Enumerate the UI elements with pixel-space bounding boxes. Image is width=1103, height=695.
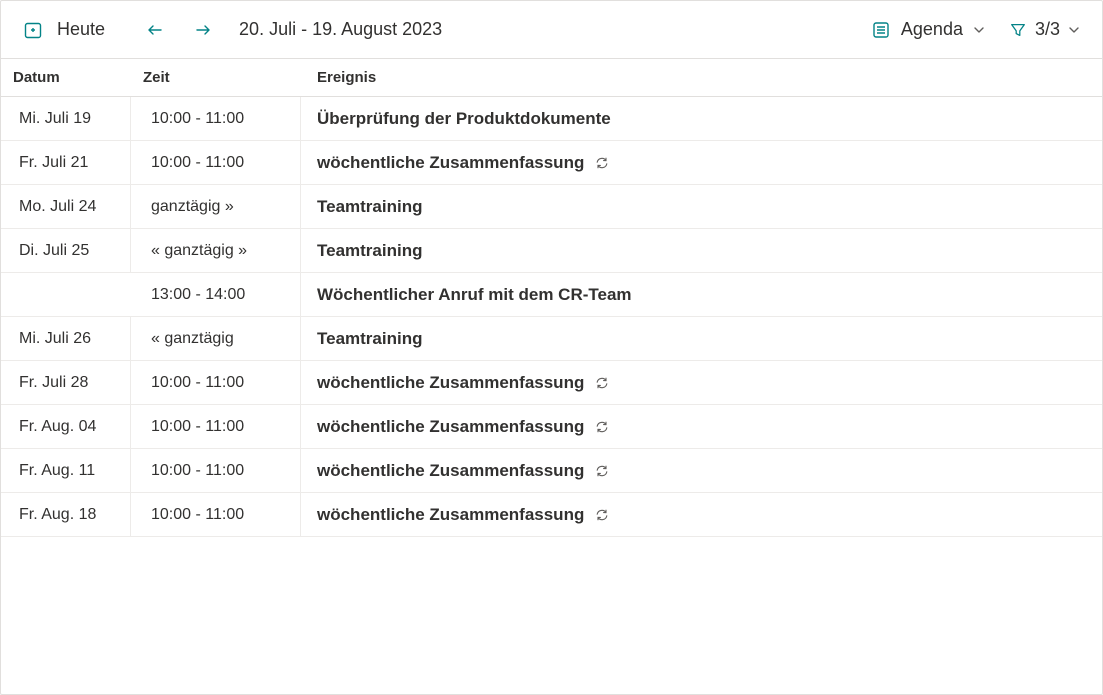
events-list: Mi. Juli 1910:00 - 11:00Überprüfung der … bbox=[1, 97, 1102, 694]
event-date bbox=[1, 273, 131, 316]
column-header-time: Zeit bbox=[131, 59, 301, 96]
column-header-event: Ereignis bbox=[301, 59, 1102, 96]
view-label: Agenda bbox=[901, 19, 963, 40]
event-title-cell: Überprüfung der Produktdokumente bbox=[301, 99, 1102, 139]
event-title: Überprüfung der Produktdokumente bbox=[317, 109, 611, 129]
event-time: 13:00 - 14:00 bbox=[131, 273, 301, 316]
event-date: Fr. Aug. 18 bbox=[1, 493, 131, 536]
agenda-icon bbox=[871, 20, 891, 40]
event-time: 10:00 - 11:00 bbox=[131, 405, 301, 448]
event-date: Fr. Juli 28 bbox=[1, 361, 131, 404]
event-row[interactable]: Fr. Juli 2810:00 - 11:00 wöchentliche Zus… bbox=[1, 361, 1102, 405]
event-title: wöchentliche Zusammenfassung bbox=[317, 153, 584, 173]
event-time: 10:00 - 11:00 bbox=[131, 449, 301, 492]
event-title: wöchentliche Zusammenfassung bbox=[317, 461, 584, 481]
column-header-date: Datum bbox=[1, 59, 131, 96]
event-row[interactable]: Mi. Juli 1910:00 - 11:00 Überprüfung der … bbox=[1, 97, 1102, 141]
column-headers: Datum Zeit Ereignis bbox=[1, 59, 1102, 97]
next-button[interactable] bbox=[187, 14, 219, 46]
date-range-label: 20. Juli - 19. August 2023 bbox=[227, 19, 442, 40]
event-time: 10:00 - 11:00 bbox=[131, 97, 301, 140]
toolbar-right: Agenda 3/3 bbox=[863, 15, 1088, 44]
chevron-down-icon bbox=[1068, 24, 1080, 36]
chevron-down-icon bbox=[973, 24, 985, 36]
recurring-icon bbox=[594, 155, 610, 171]
event-row[interactable]: Mi. Juli 26« ganztägig Teamtraining bbox=[1, 317, 1102, 361]
event-title-cell: Teamtraining bbox=[301, 231, 1102, 271]
recurring-icon bbox=[594, 463, 610, 479]
event-row[interactable]: 13:00 - 14:00 Wöchentlicher Anruf mit dem… bbox=[1, 273, 1102, 317]
recurring-icon bbox=[594, 375, 610, 391]
today-button[interactable]: Heute bbox=[15, 12, 115, 48]
event-title-cell: Teamtraining bbox=[301, 187, 1102, 227]
event-title-cell: wöchentliche Zusammenfassung bbox=[301, 451, 1102, 491]
event-title-cell: wöchentliche Zusammenfassung bbox=[301, 495, 1102, 535]
calendar-today-icon bbox=[19, 16, 47, 44]
today-label: Heute bbox=[57, 19, 105, 40]
event-title-cell: wöchentliche Zusammenfassung bbox=[301, 407, 1102, 447]
event-date: Di. Juli 25 bbox=[1, 229, 131, 272]
event-time: 10:00 - 11:00 bbox=[131, 361, 301, 404]
event-title-cell: wöchentliche Zusammenfassung bbox=[301, 143, 1102, 183]
recurring-icon bbox=[594, 419, 610, 435]
recurring-icon bbox=[594, 507, 610, 523]
event-time: « ganztägig bbox=[131, 317, 301, 360]
event-title-cell: wöchentliche Zusammenfassung bbox=[301, 363, 1102, 403]
event-row[interactable]: Fr. Aug. 0410:00 - 11:00 wöchentliche Zus… bbox=[1, 405, 1102, 449]
prev-button[interactable] bbox=[139, 14, 171, 46]
view-switcher[interactable]: Agenda bbox=[863, 15, 993, 44]
filter-icon bbox=[1009, 21, 1027, 39]
event-row[interactable]: Di. Juli 25« ganztägig » Teamtraining bbox=[1, 229, 1102, 273]
event-title: Teamtraining bbox=[317, 197, 422, 217]
event-title-cell: Wöchentlicher Anruf mit dem CR-Team bbox=[301, 275, 1102, 315]
event-title: Wöchentlicher Anruf mit dem CR-Team bbox=[317, 285, 632, 305]
filter-button[interactable]: 3/3 bbox=[1001, 15, 1088, 44]
event-row[interactable]: Fr. Aug. 1110:00 - 11:00 wöchentliche Zus… bbox=[1, 449, 1102, 493]
event-time: 10:00 - 11:00 bbox=[131, 141, 301, 184]
toolbar: Heute 20. Juli - 19. August 2023 bbox=[1, 1, 1102, 59]
event-row[interactable]: Mo. Juli 24ganztägig » Teamtraining bbox=[1, 185, 1102, 229]
event-date: Fr. Aug. 11 bbox=[1, 449, 131, 492]
event-time: ganztägig » bbox=[131, 185, 301, 228]
event-date: Fr. Juli 21 bbox=[1, 141, 131, 184]
event-date: Mo. Juli 24 bbox=[1, 185, 131, 228]
event-time: 10:00 - 11:00 bbox=[131, 493, 301, 536]
event-date: Mi. Juli 19 bbox=[1, 97, 131, 140]
event-title-cell: Teamtraining bbox=[301, 319, 1102, 359]
calendar-agenda-view: Heute 20. Juli - 19. August 2023 bbox=[0, 0, 1103, 695]
event-title: Teamtraining bbox=[317, 241, 422, 261]
toolbar-left: Heute 20. Juli - 19. August 2023 bbox=[15, 12, 442, 48]
filter-count: 3/3 bbox=[1035, 19, 1060, 40]
event-title: wöchentliche Zusammenfassung bbox=[317, 505, 584, 525]
event-title: wöchentliche Zusammenfassung bbox=[317, 373, 584, 393]
event-row[interactable]: Fr. Aug. 1810:00 - 11:00 wöchentliche Zus… bbox=[1, 493, 1102, 537]
event-date: Fr. Aug. 04 bbox=[1, 405, 131, 448]
event-title: wöchentliche Zusammenfassung bbox=[317, 417, 584, 437]
event-date: Mi. Juli 26 bbox=[1, 317, 131, 360]
event-time: « ganztägig » bbox=[131, 229, 301, 272]
event-title: Teamtraining bbox=[317, 329, 422, 349]
event-row[interactable]: Fr. Juli 2110:00 - 11:00 wöchentliche Zus… bbox=[1, 141, 1102, 185]
